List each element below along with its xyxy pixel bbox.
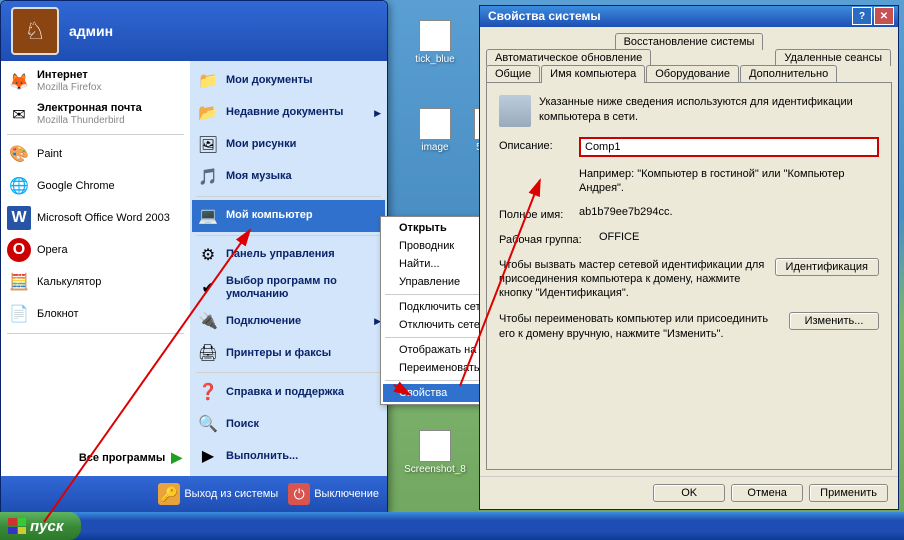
shutdown-icon: ⏻ <box>288 483 310 505</box>
sm-item[interactable]: ✔Выбор программ по умолчанию <box>192 271 385 305</box>
opera-icon: O <box>7 238 31 262</box>
fullname-label: Полное имя: <box>499 206 579 221</box>
desktop-icon[interactable]: tick_blue <box>400 20 470 65</box>
start-menu-right: 📁Мои документы📂Недавние документы▶🖼Мои р… <box>190 61 387 476</box>
start-menu-left: 🦊ИнтернетMozilla Firefox ✉Электронная по… <box>1 61 190 476</box>
identification-button[interactable]: Идентификация <box>775 258 879 276</box>
file-icon <box>419 20 451 52</box>
separator <box>196 196 381 197</box>
sm-word[interactable]: WMicrosoft Office Word 2003 <box>3 202 188 234</box>
folder-icon: 🎵 <box>196 165 220 189</box>
apply-button[interactable]: Применить <box>809 484 888 502</box>
calculator-icon: 🧮 <box>7 270 31 294</box>
system-properties-window: Свойства системы ? ✕ Восстановление сист… <box>479 5 899 510</box>
description-hint: Например: "Компьютер в гостиной" или "Ко… <box>579 167 879 196</box>
file-icon <box>419 108 451 140</box>
sm-item[interactable]: 💻Мой компьютер <box>192 200 385 232</box>
arrow-right-icon: ▶ <box>374 108 381 119</box>
logoff-icon: 🔑 <box>158 483 180 505</box>
separator <box>7 333 184 334</box>
sm-item[interactable]: ▶Выполнить... <box>192 440 385 472</box>
separator <box>196 235 381 236</box>
tab-restore[interactable]: Восстановление системы <box>615 33 764 50</box>
identification-text: Чтобы вызвать мастер сетевой идентификац… <box>499 258 775 301</box>
sm-paint[interactable]: 🎨Paint <box>3 138 188 170</box>
folder-icon: 🔍 <box>196 412 220 436</box>
sm-item[interactable]: ⚙Панель управления <box>192 239 385 271</box>
change-text: Чтобы переименовать компьютер или присое… <box>499 312 789 341</box>
sm-item[interactable]: ❓Справка и поддержка <box>192 376 385 408</box>
sm-item[interactable]: 🔌Подключение▶ <box>192 305 385 337</box>
user-avatar: ♘ <box>11 7 59 55</box>
fullname-value: ab1b79ee7b294cc. <box>579 206 879 218</box>
folder-icon: ▶ <box>196 444 220 468</box>
start-menu-header: ♘ админ <box>1 1 387 61</box>
cancel-button[interactable]: Отмена <box>731 484 803 502</box>
chrome-icon: 🌐 <box>7 174 31 198</box>
folder-icon: ✔ <box>196 276 220 300</box>
window-footer: OK Отмена Применить <box>480 476 898 509</box>
folder-icon: 💻 <box>196 204 220 228</box>
tab-panel: Указанные ниже сведения используются для… <box>486 82 892 470</box>
window-titlebar[interactable]: Свойства системы ? ✕ <box>480 6 898 27</box>
user-name: админ <box>69 23 113 39</box>
tab-hardware[interactable]: Оборудование <box>646 65 739 83</box>
tab-advanced[interactable]: Дополнительно <box>740 65 837 83</box>
arrow-right-icon: ▶ <box>171 449 182 466</box>
all-programs[interactable]: Все программы▶ <box>3 443 188 472</box>
computer-icon <box>499 95 531 127</box>
sm-item[interactable]: 🖨Принтеры и факсы <box>192 337 385 369</box>
notepad-icon: 📄 <box>7 302 31 326</box>
start-menu: ♘ админ 🦊ИнтернетMozilla Firefox ✉Электр… <box>0 0 388 513</box>
folder-icon: 🖼 <box>196 133 220 157</box>
help-button[interactable]: ? <box>852 7 872 25</box>
sm-item[interactable]: 📂Недавние документы▶ <box>192 97 385 129</box>
shutdown-button[interactable]: ⏻Выключение <box>288 483 379 505</box>
folder-icon: 🖨 <box>196 341 220 365</box>
sm-notepad[interactable]: 📄Блокнот <box>3 298 188 330</box>
paint-icon: 🎨 <box>7 142 31 166</box>
workgroup-label: Рабочая группа: <box>499 231 599 246</box>
logoff-button[interactable]: 🔑Выход из системы <box>158 483 278 505</box>
folder-icon: ⚙ <box>196 243 220 267</box>
folder-icon: ❓ <box>196 380 220 404</box>
tab-remote[interactable]: Удаленные сеансы <box>775 49 891 66</box>
file-icon <box>419 430 451 462</box>
change-button[interactable]: Изменить... <box>789 312 879 330</box>
sm-chrome[interactable]: 🌐Google Chrome <box>3 170 188 202</box>
sm-internet[interactable]: 🦊ИнтернетMozilla Firefox <box>3 65 188 98</box>
folder-icon: 📂 <box>196 101 220 125</box>
tab-general[interactable]: Общие <box>486 65 540 83</box>
taskbar: пуск <box>0 512 904 540</box>
word-icon: W <box>7 206 31 230</box>
sm-opera[interactable]: OOpera <box>3 234 188 266</box>
folder-icon: 🔌 <box>196 309 220 333</box>
start-button[interactable]: пуск <box>0 512 81 540</box>
sm-email[interactable]: ✉Электронная почтаMozilla Thunderbird <box>3 98 188 131</box>
sm-item[interactable]: 📁Мои документы <box>192 65 385 97</box>
sm-item[interactable]: 🎵Моя музыка <box>192 161 385 193</box>
description-input[interactable] <box>579 137 879 157</box>
workgroup-value: OFFICE <box>599 231 879 243</box>
intro-text: Указанные ниже сведения используются для… <box>539 95 879 127</box>
tab-computername[interactable]: Имя компьютера <box>541 65 645 83</box>
tab-autoupdate[interactable]: Автоматическое обновление <box>486 49 651 66</box>
windows-logo-icon <box>8 518 26 534</box>
description-label: Описание: <box>499 137 579 152</box>
sm-item[interactable]: 🔍Поиск <box>192 408 385 440</box>
separator <box>7 134 184 135</box>
start-menu-footer: 🔑Выход из системы ⏻Выключение <box>1 476 387 512</box>
firefox-icon: 🦊 <box>7 70 31 94</box>
close-button[interactable]: ✕ <box>874 7 894 25</box>
folder-icon: 📁 <box>196 69 220 93</box>
sm-calc[interactable]: 🧮Калькулятор <box>3 266 188 298</box>
ok-button[interactable]: OK <box>653 484 725 502</box>
window-title: Свойства системы <box>488 9 601 23</box>
separator <box>196 372 381 373</box>
sm-item[interactable]: 🖼Мои рисунки <box>192 129 385 161</box>
thunderbird-icon: ✉ <box>7 103 31 127</box>
desktop-icon[interactable]: Screenshot_8 <box>400 430 470 475</box>
